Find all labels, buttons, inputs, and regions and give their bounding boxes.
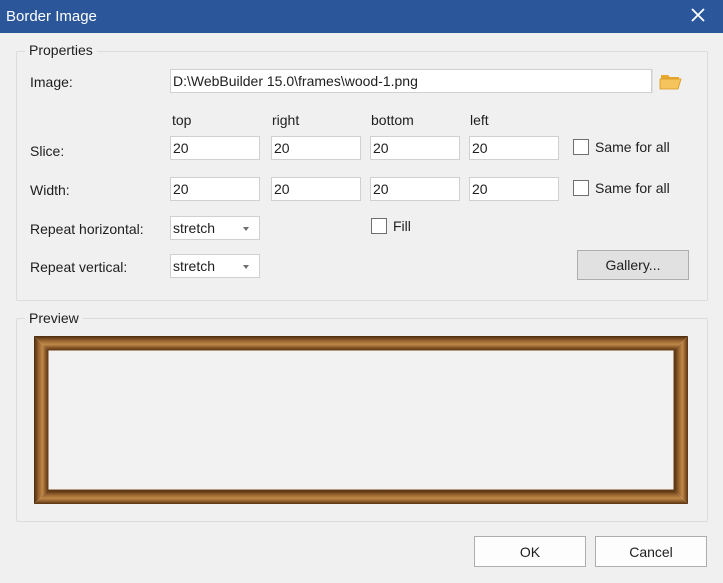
repeat-vertical-select[interactable]: stretch xyxy=(170,254,260,278)
width-bottom-input[interactable]: 20 xyxy=(370,177,460,201)
chevron-down-icon xyxy=(243,265,249,269)
width-top-input[interactable]: 20 xyxy=(170,177,260,201)
column-top-label: top xyxy=(172,112,192,128)
slice-left-input[interactable]: 20 xyxy=(469,136,559,160)
slice-bottom-input[interactable]: 20 xyxy=(370,136,460,160)
width-label: Width: xyxy=(30,182,70,198)
folder-open-icon xyxy=(659,75,682,90)
column-right-label: right xyxy=(272,112,300,128)
slice-same-for-all-checkbox[interactable] xyxy=(573,139,589,155)
fill-checkbox[interactable] xyxy=(371,218,387,234)
repeat-vertical-value: stretch xyxy=(173,258,216,274)
close-icon[interactable] xyxy=(687,4,709,26)
width-same-for-all-checkbox[interactable] xyxy=(573,180,589,196)
chevron-down-icon xyxy=(243,227,249,231)
repeat-horizontal-label: Repeat horizontal: xyxy=(30,221,144,237)
ok-button[interactable]: OK xyxy=(474,536,586,567)
cancel-button[interactable]: Cancel xyxy=(595,536,707,567)
image-path-field[interactable]: D:\WebBuilder 15.0\frames\wood-1.png xyxy=(170,69,652,93)
slice-right-input[interactable]: 20 xyxy=(271,136,361,160)
gallery-button[interactable]: Gallery... xyxy=(577,250,689,280)
column-bottom-label: bottom xyxy=(371,112,414,128)
slice-label: Slice: xyxy=(30,143,65,159)
fill-label: Fill xyxy=(393,218,411,234)
slice-top-input[interactable]: 20 xyxy=(170,136,260,160)
width-right-input[interactable]: 20 xyxy=(271,177,361,201)
preview-legend: Preview xyxy=(25,310,83,326)
repeat-horizontal-value: stretch xyxy=(173,220,216,236)
repeat-horizontal-select[interactable]: stretch xyxy=(170,216,260,240)
title-bar: Border Image xyxy=(0,0,723,33)
wood-frame-preview xyxy=(34,336,688,504)
browse-button[interactable] xyxy=(652,69,688,93)
properties-legend: Properties xyxy=(25,42,97,58)
width-left-input[interactable]: 20 xyxy=(469,177,559,201)
width-same-for-all-label: Same for all xyxy=(595,180,670,196)
image-label: Image: xyxy=(30,74,73,90)
window-title: Border Image xyxy=(6,8,97,25)
repeat-vertical-label: Repeat vertical: xyxy=(30,259,128,275)
column-left-label: left xyxy=(470,112,489,128)
slice-same-for-all-label: Same for all xyxy=(595,139,670,155)
